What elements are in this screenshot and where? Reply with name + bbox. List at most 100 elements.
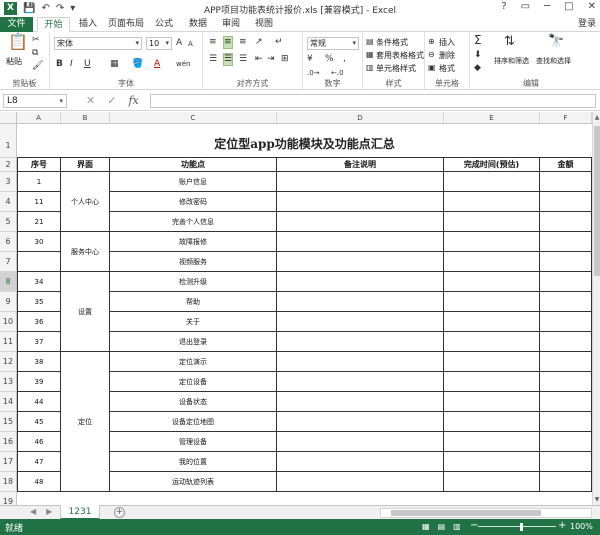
scroll-up-icon[interactable]: ▲ [593,114,600,121]
scroll-down-icon[interactable]: ▼ [593,496,600,503]
feature-cell[interactable]: 设备定位地图 [110,412,277,432]
amount-cell[interactable] [540,372,592,392]
copy-icon[interactable]: ⧉ [32,48,38,59]
row-no-cell[interactable]: 48 [17,472,61,492]
notes-cell[interactable] [277,252,444,272]
amount-cell[interactable] [540,292,592,312]
row-no-cell[interactable]: 46 [17,432,61,452]
feature-cell[interactable]: 完善个人信息 [110,212,277,232]
sheet-tab[interactable]: 1231 [60,505,100,520]
bold-button[interactable]: B [56,59,63,70]
amount-cell[interactable] [540,432,592,452]
ribbon-display-icon[interactable]: ▭ [521,1,530,12]
eta-cell[interactable] [444,372,540,392]
format-as-table-button[interactable]: 套用表格格式 [376,50,424,61]
sort-filter-button[interactable]: 排序和筛选 [494,56,529,66]
amount-cell[interactable] [540,352,592,372]
eta-cell[interactable] [444,292,540,312]
row-header[interactable]: 6 [0,232,17,252]
eta-cell[interactable] [444,172,540,192]
find-select-button[interactable]: 查找和选择 [536,56,571,66]
tab-review[interactable]: 审阅 [217,17,245,32]
notes-cell[interactable] [277,352,444,372]
zoom-level[interactable]: 100% [570,522,593,531]
feature-cell[interactable]: 故障报修 [110,232,277,252]
paste-button[interactable]: 粘贴 [6,56,22,67]
group-cell[interactable]: 定位 [61,352,110,492]
eta-cell[interactable] [444,192,540,212]
row-no-cell[interactable]: 34 [17,272,61,292]
comma-button[interactable]: , [343,54,346,65]
row-no-cell[interactable]: 47 [17,452,61,472]
amount-cell[interactable] [540,452,592,472]
row-header[interactable]: 10 [0,312,17,332]
row-header[interactable]: 19 [0,492,17,505]
header-amount[interactable]: 金额 [540,158,592,172]
eta-cell[interactable] [444,232,540,252]
font-color-icon[interactable]: A [154,59,160,70]
column-header-e[interactable]: E [444,112,540,124]
eta-cell[interactable] [444,412,540,432]
row-no-cell[interactable]: 35 [17,292,61,312]
row-header[interactable]: 8 [0,272,17,292]
wrap-text-icon[interactable]: ↵ [275,37,283,48]
feature-cell[interactable]: 修改密码 [110,192,277,212]
fill-icon[interactable]: ⬇ [474,50,482,61]
eta-cell[interactable] [444,312,540,332]
row-header[interactable]: 14 [0,392,17,412]
tab-view[interactable]: 视图 [250,17,278,32]
amount-cell[interactable] [540,472,592,492]
cancel-icon[interactable]: ✕ [86,94,95,107]
row-no-cell[interactable] [17,252,61,272]
tab-file[interactable]: 文件 [0,17,33,32]
grow-font-icon[interactable]: A [176,38,182,49]
notes-cell[interactable] [277,192,444,212]
notes-cell[interactable] [277,172,444,192]
column-header-b[interactable]: B [61,112,110,124]
spreadsheet-grid[interactable]: A B C D E F 1 2 3 4 5 6 7 8 9 10 11 12 13 14 15 16 17 18 1… [0,112,592,505]
insert-function-icon[interactable]: fx [128,94,138,107]
column-header-f[interactable]: F [540,112,592,124]
notes-cell[interactable] [277,452,444,472]
horizontal-scroll-thumb[interactable] [391,510,541,516]
indent-decrease-icon[interactable]: ⇤ [255,54,263,65]
horizontal-scrollbar[interactable] [380,508,592,518]
feature-cell[interactable]: 定位演示 [110,352,277,372]
insert-cells-button[interactable]: 插入 [439,37,455,48]
row-no-cell[interactable]: 30 [17,232,61,252]
notes-cell[interactable] [277,312,444,332]
notes-cell[interactable] [277,232,444,252]
feature-cell[interactable]: 帮助 [110,292,277,312]
tab-formulas[interactable]: 公式 [150,17,178,32]
amount-cell[interactable] [540,312,592,332]
align-left-icon[interactable]: ☰ [209,54,217,65]
amount-cell[interactable] [540,172,592,192]
sheet-title-cell[interactable]: 定位型app功能模块及功能点汇总 [17,124,592,158]
feature-cell[interactable]: 运动轨迹列表 [110,472,277,492]
indent-increase-icon[interactable]: ⇥ [267,54,275,65]
amount-cell[interactable] [540,252,592,272]
row-header[interactable]: 13 [0,372,17,392]
column-header-a[interactable]: A [17,112,61,124]
login-link[interactable]: 登录 [578,17,596,32]
group-cell[interactable]: 个人中心 [61,172,110,232]
page-layout-view-icon[interactable]: ▤ [438,522,446,531]
tab-insert[interactable]: 插入 [73,17,103,32]
row-header[interactable]: 2 [0,158,17,172]
row-no-cell[interactable]: 45 [17,412,61,432]
vertical-scroll-thumb[interactable] [594,126,600,276]
underline-button[interactable]: U [84,59,91,70]
eta-cell[interactable] [444,352,540,372]
normal-view-icon[interactable]: ▦ [422,522,430,531]
amount-cell[interactable] [540,332,592,352]
conditional-format-button[interactable]: 条件格式 [376,37,408,48]
percent-button[interactable]: % [325,54,334,65]
notes-cell[interactable] [277,332,444,352]
formula-input[interactable] [150,94,596,108]
row-header[interactable]: 1 [0,124,17,158]
italic-button[interactable]: I [70,59,73,70]
row-header[interactable]: 9 [0,292,17,312]
notes-cell[interactable] [277,432,444,452]
vertical-scrollbar[interactable]: ▲ ▼ [592,112,600,505]
feature-cell[interactable]: 设备状态 [110,392,277,412]
